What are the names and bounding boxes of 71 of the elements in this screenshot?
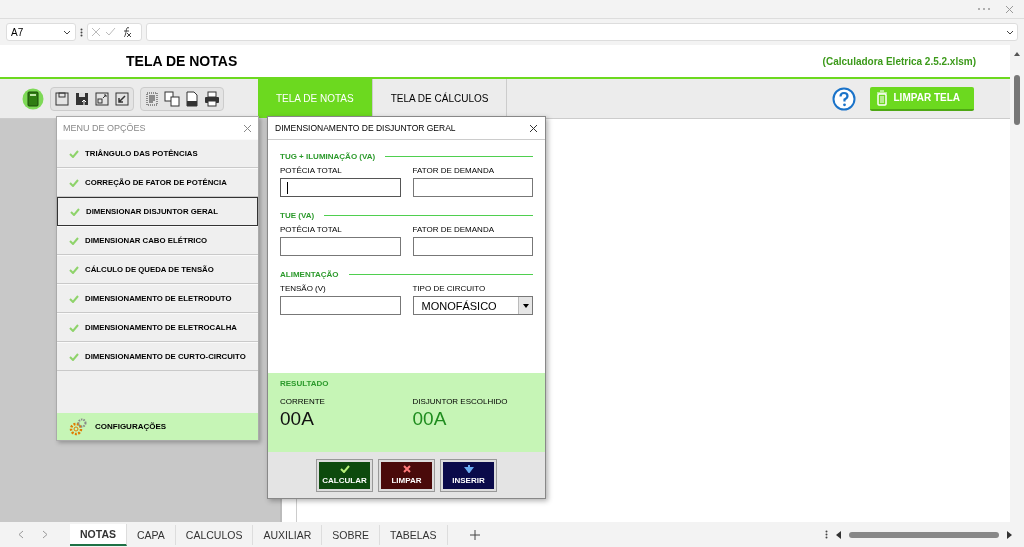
check-icon <box>69 294 79 303</box>
save-icon[interactable] <box>53 89 71 108</box>
settings-item[interactable]: CONFIGURAÇÕES <box>57 413 258 440</box>
field-label: TENSÃO (V) <box>280 284 327 293</box>
chevron-icon <box>63 29 71 35</box>
scroll-thumb[interactable] <box>849 531 999 538</box>
gears-icon <box>69 417 87 436</box>
close-icon[interactable] <box>529 123 538 133</box>
scroll-left-icon[interactable] <box>836 530 841 539</box>
resize-icon[interactable] <box>93 89 111 108</box>
check-icon <box>69 178 79 187</box>
check-icon <box>70 207 80 216</box>
check-icon <box>339 465 350 473</box>
page-title: TELA DE NOTAS <box>126 53 238 69</box>
dialog-title: DIMENSIONAMENTO DE DISJUNTOR GERAL <box>275 123 456 133</box>
field-label: FATOR DE DEMANDA <box>412 225 495 234</box>
result-value: 00A <box>280 408 315 430</box>
section-heading: TUE (VA) <box>280 211 315 220</box>
calculator-icon[interactable] <box>22 87 44 110</box>
input-field[interactable] <box>412 178 533 197</box>
dialog-button[interactable]: CALCULAR <box>317 459 372 491</box>
sheet-tab[interactable]: CALCULOS <box>175 524 254 545</box>
check-icon[interactable] <box>105 27 116 37</box>
add-sheet-icon[interactable] <box>469 529 480 540</box>
down-arrow-icon <box>463 465 474 473</box>
sheet-tab[interactable]: AUXILIAR <box>253 524 323 545</box>
dropdown-button[interactable] <box>518 297 532 314</box>
result-label: DISJUNTOR ESCOLHIDO <box>412 397 509 406</box>
file-name: (Calculadora Eletrica 2.5.2.xlsm) <box>822 55 976 67</box>
printer-icon[interactable] <box>203 89 221 108</box>
scroll-right-icon[interactable] <box>1007 530 1012 539</box>
scroll-thumb[interactable] <box>1014 75 1020 125</box>
sheet-tab[interactable]: SOBRE <box>322 524 381 545</box>
more-icon[interactable] <box>825 530 828 539</box>
field-label: POTÊCIA TOTAL <box>280 166 343 175</box>
check-icon <box>69 149 79 158</box>
trash-icon <box>875 89 888 106</box>
panel-title: MENU DE OPÇÕES <box>63 123 146 133</box>
chevron-icon[interactable] <box>1006 29 1014 35</box>
sheet-tab[interactable]: CAPA <box>127 524 176 545</box>
document-icon[interactable] <box>143 89 161 108</box>
formula-field[interactable] <box>146 23 1018 41</box>
dialog-button[interactable]: INSERIR <box>441 459 496 491</box>
help-icon[interactable] <box>831 86 856 111</box>
section-heading: ALIMENTAÇÃO <box>280 270 339 279</box>
more-icon[interactable] <box>80 27 83 37</box>
dialog-button[interactable]: LIMPAR <box>379 459 434 491</box>
input-field[interactable] <box>280 296 401 315</box>
sheet-tab[interactable]: TABELAS <box>380 524 448 545</box>
cross-icon <box>401 465 412 473</box>
check-icon <box>69 236 79 245</box>
import-icon[interactable] <box>113 89 131 108</box>
field-label: FATOR DE DEMANDA <box>412 166 495 175</box>
result-value: 00A <box>412 408 448 430</box>
name-box[interactable]: A7 <box>6 23 76 41</box>
check-icon <box>69 352 79 361</box>
check-icon <box>69 323 79 332</box>
input-field[interactable] <box>412 237 533 256</box>
input-field[interactable] <box>280 178 401 197</box>
field-label: POTÊCIA TOTAL <box>280 225 343 234</box>
scroll-up-icon[interactable] <box>1013 51 1021 57</box>
section-heading: RESULTADO <box>280 379 330 388</box>
caret-icon <box>522 303 529 308</box>
sheet-tab[interactable]: NOTAS <box>70 523 127 546</box>
section-heading: TUG + ILUMINAÇÃO (VA) <box>280 152 376 161</box>
result-label: CORRENTE <box>280 397 326 406</box>
check-icon <box>69 265 79 274</box>
copy-icon[interactable] <box>163 89 181 108</box>
field-label: TIPO DE CIRCUITO <box>412 284 487 293</box>
input-field[interactable] <box>280 237 401 256</box>
circuit-dropdown[interactable]: MONOFÁSICO <box>412 296 533 315</box>
